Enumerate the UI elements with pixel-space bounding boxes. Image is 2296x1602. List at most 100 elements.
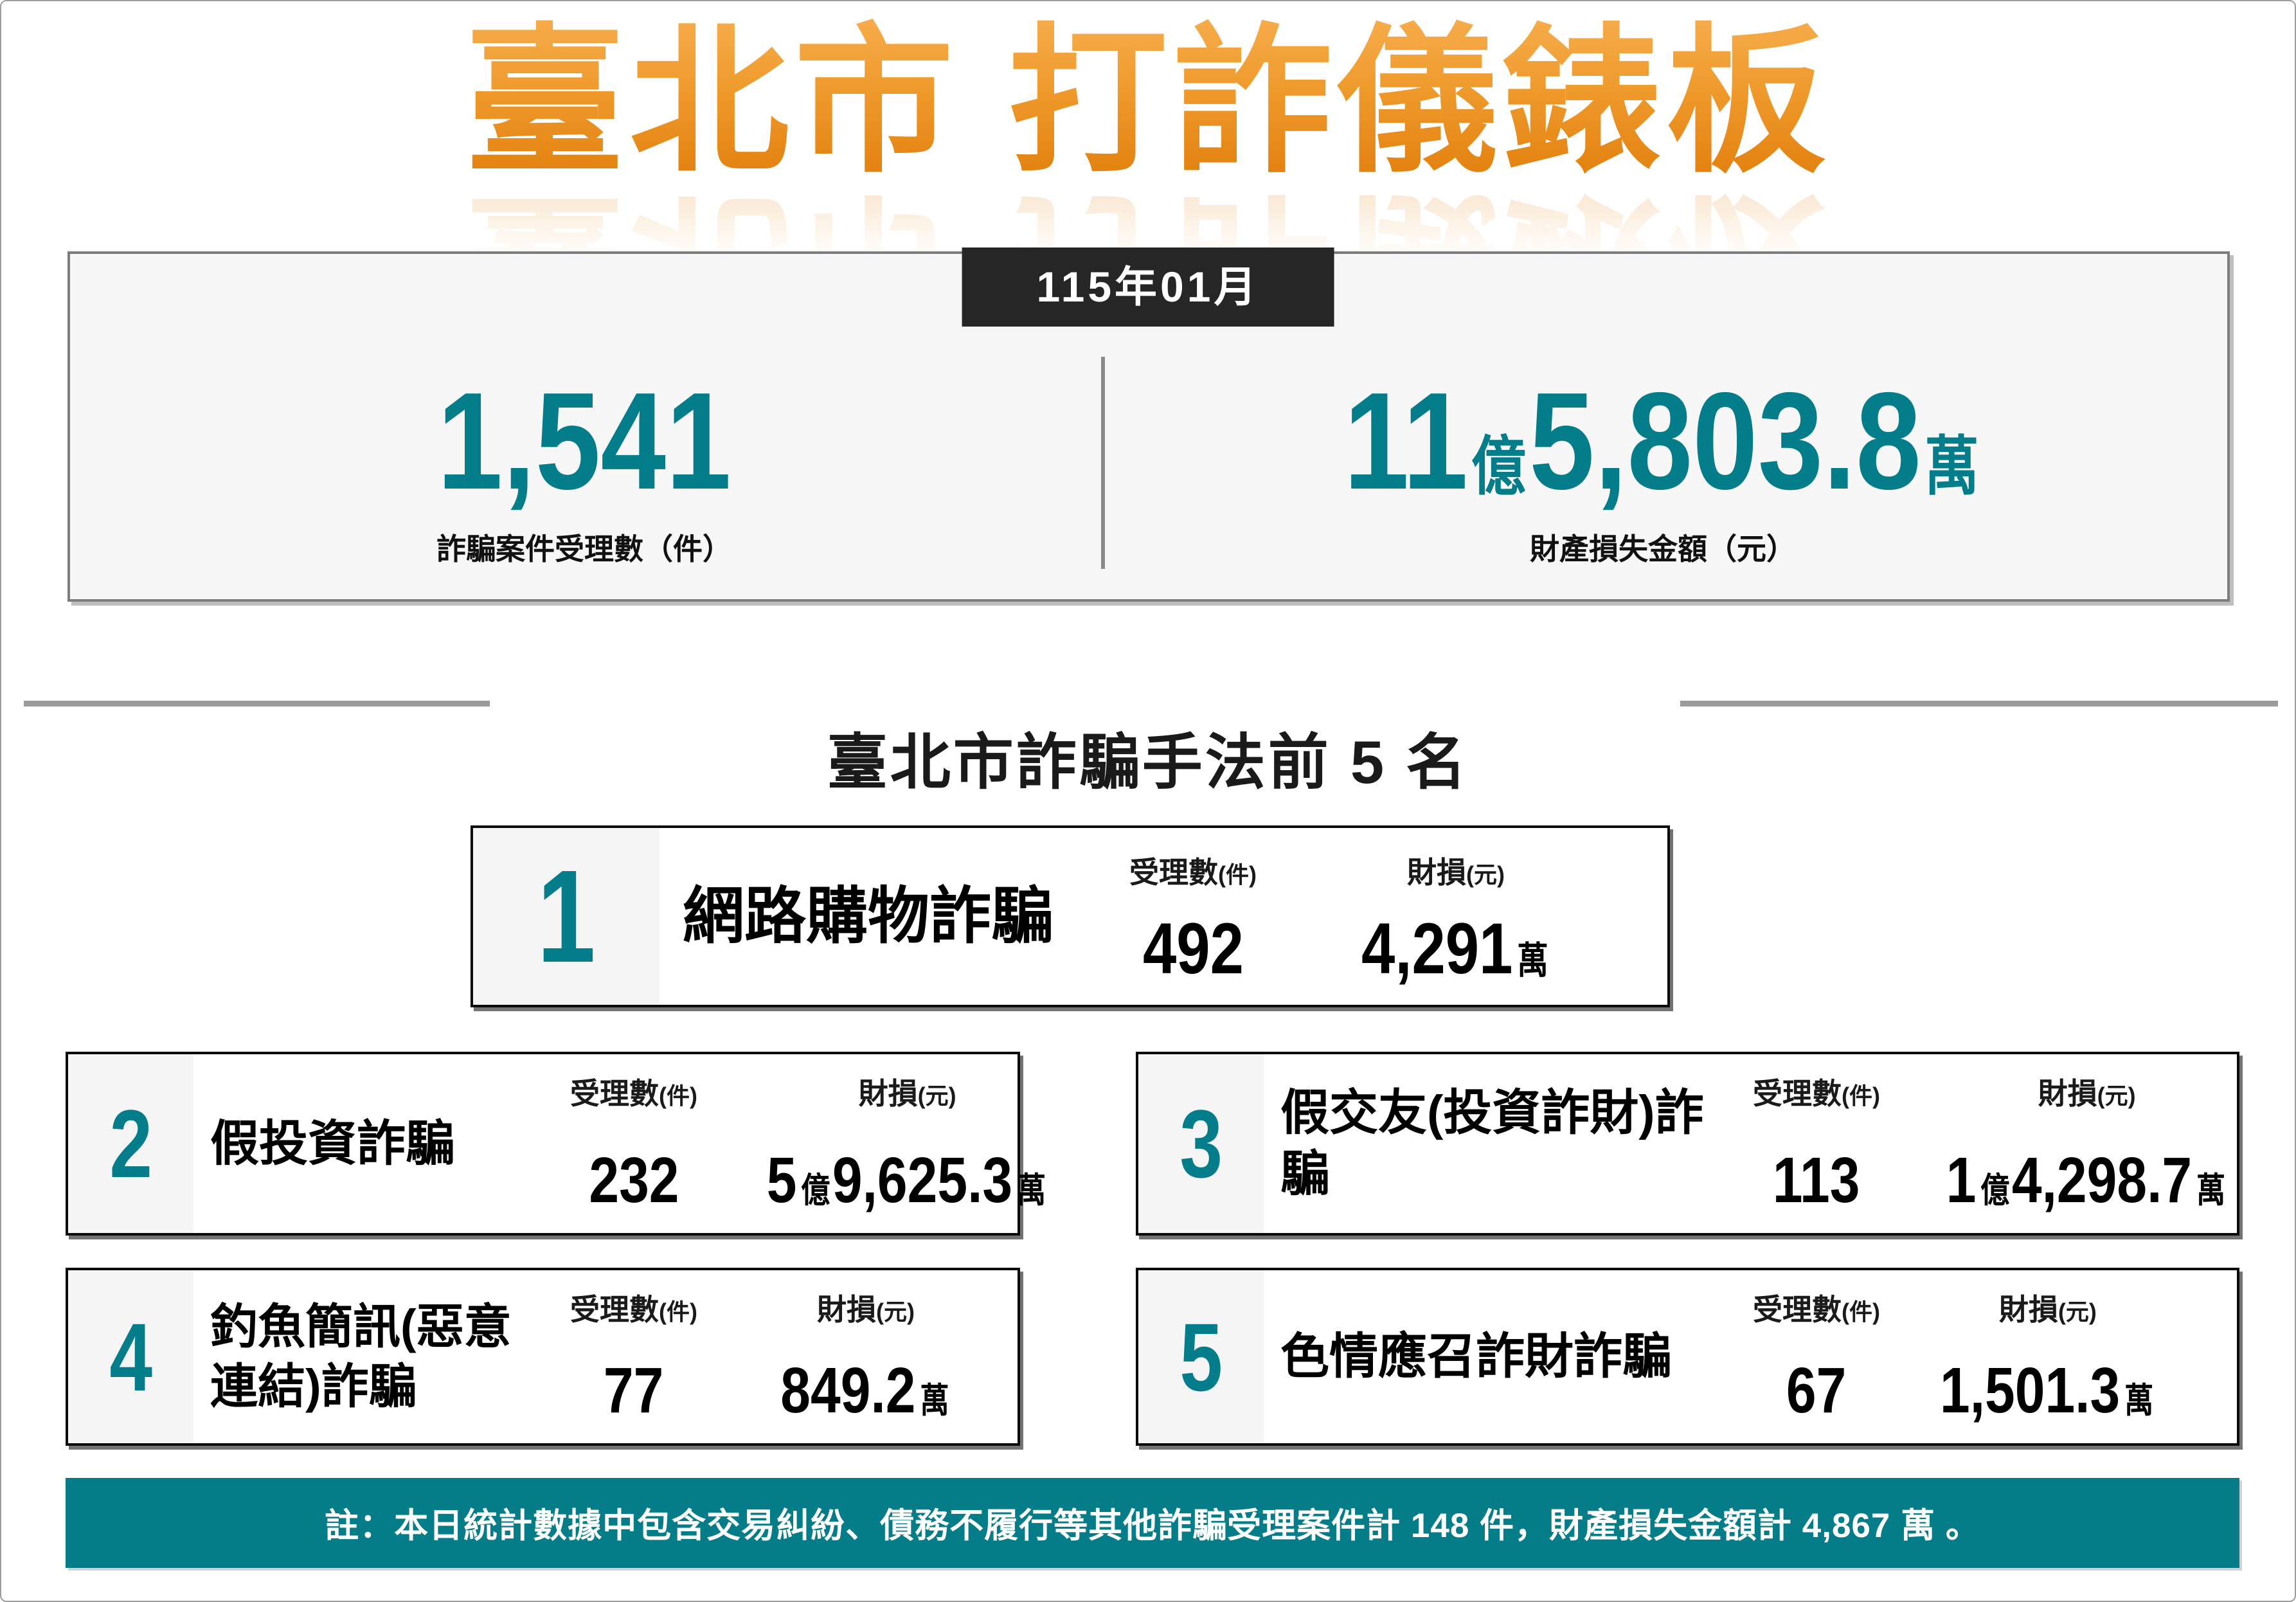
loss-unit-part: 萬	[920, 1382, 949, 1420]
cases-value: 492	[1142, 908, 1244, 989]
cases-header-main: 受理數	[1129, 856, 1218, 889]
loss-header-main: 財損	[1407, 856, 1466, 889]
fraud-rank-card-1: 1 網路購物詐騙 受理數(件) 492 財損(元) 4,291 萬	[471, 825, 1670, 1007]
cases-value: 77	[604, 1358, 663, 1423]
fraud-rank-card-4: 4 釣魚簡訊(惡意連結)詐騙 受理數(件) 77 財損(元) 849.2 萬	[66, 1268, 1020, 1446]
loss-unit-part: 萬	[2196, 1171, 2226, 1210]
loss-header-sub: (元)	[917, 1083, 956, 1109]
loss-unit-part: 億	[1471, 430, 1526, 503]
fraud-rank-card-5: 5 色情應召詐財詐騙 受理數(件) 67 財損(元) 1,501.3 萬	[1136, 1268, 2239, 1446]
loss-value: 1 億 4,298.7 萬	[1946, 1144, 2228, 1216]
loss-unit-part: 億	[801, 1171, 830, 1210]
cases-value: 232	[588, 1144, 679, 1216]
loss-header: 財損(元)	[859, 1077, 956, 1110]
cases-header-main: 受理數	[1753, 1293, 1842, 1326]
cases-stat: 受理數(件) 67	[1714, 1270, 1919, 1443]
loss-unit-part: 萬	[1016, 1171, 1046, 1210]
loss-header: 財損(元)	[1999, 1293, 2097, 1326]
fraud-type-name: 釣魚簡訊(惡意連結)詐騙	[210, 1300, 512, 1413]
page-title: 臺北市 打詐儀錶板	[1, 10, 2295, 194]
cases-header-sub: (件)	[1842, 1299, 1880, 1325]
loss-stat: 財損(元) 5 億 9,625.3 萬	[740, 1054, 1100, 1233]
loss-stat: 財損(元) 1,501.3 萬	[1919, 1270, 2247, 1443]
rank-number: 3	[1179, 1090, 1223, 1198]
loss-header-sub: (元)	[1466, 861, 1505, 888]
loss-value: 5 億 9,625.3 萬	[766, 1144, 1048, 1216]
loss-total-label: 財產損失金額（元）	[1530, 532, 1796, 566]
section-title: 臺北市詐騙手法前 5 名	[827, 728, 1469, 797]
rank-number: 1	[537, 843, 596, 990]
footnote-bar: 註：本日統計數據中包含交易糾紛、債務不履行等其他詐騙受理案件計 148 件，財產…	[66, 1478, 2239, 1568]
loss-header: 財損(元)	[1407, 856, 1505, 889]
loss-header-sub: (元)	[2097, 1083, 2136, 1109]
rank-strip: 4	[68, 1270, 193, 1443]
anti-fraud-dashboard: 臺北市 打詐儀錶板 臺北市 打詐儀錶板 115年01月 1,541 詐騙案件受理…	[0, 0, 2296, 1602]
cases-number: 67	[1786, 1354, 1847, 1426]
loss-header: 財損(元)	[817, 1293, 915, 1326]
loss-header-sub: (元)	[876, 1299, 915, 1325]
period-badge: 115年01月	[962, 248, 1334, 327]
rank-strip: 5	[1138, 1270, 1264, 1443]
loss-number-part: 11	[1343, 363, 1468, 518]
loss-number-part: 5,803.8	[1529, 363, 1921, 518]
loss-number-part: 5	[766, 1144, 797, 1216]
cases-value: 67	[1786, 1354, 1847, 1426]
section-rule-left	[24, 701, 490, 706]
fraud-type-name: 網路購物詐騙	[683, 881, 1053, 951]
cases-header-sub: (件)	[1218, 861, 1257, 888]
fraud-type-name: 色情應召詐財詐騙	[1280, 1329, 1671, 1384]
loss-stat: 財損(元) 4,291 萬	[1315, 828, 1667, 1005]
rank-number: 5	[1179, 1302, 1223, 1411]
cases-total-label: 詐騙案件受理數（件）	[436, 532, 732, 566]
loss-number-part: 9,625.3	[832, 1144, 1013, 1216]
loss-header-main: 財損	[858, 1077, 918, 1110]
cases-header-sub: (件)	[659, 1083, 697, 1109]
cases-header-main: 受理數	[570, 1293, 659, 1326]
loss-stat: 財損(元) 849.2 萬	[740, 1270, 1018, 1443]
loss-number-part: 849.2	[780, 1354, 916, 1426]
rank-number: 2	[109, 1090, 152, 1198]
cases-header-sub: (件)	[659, 1299, 697, 1325]
loss-header-sub: (元)	[2058, 1299, 2097, 1325]
fraud-type-name: 假投資詐騙	[210, 1116, 454, 1171]
cases-number: 492	[1142, 908, 1244, 989]
cases-total-number: 1,541	[437, 363, 731, 518]
loss-header: 財損(元)	[2038, 1077, 2136, 1110]
rank-strip: 2	[68, 1054, 193, 1233]
rank-number: 4	[109, 1302, 152, 1411]
cases-header: 受理數(件)	[1753, 1077, 1880, 1110]
loss-stat: 財損(元) 1 億 4,298.7 萬	[1919, 1054, 2295, 1233]
loss-header-main: 財損	[1998, 1293, 2058, 1326]
loss-unit-part: 萬	[1924, 430, 1979, 503]
fraud-rank-card-2: 2 假投資詐騙 受理數(件) 232 財損(元) 5 億 9,625.3 萬	[66, 1052, 1046, 1236]
cases-header: 受理數(件)	[570, 1293, 697, 1326]
cases-number: 113	[1773, 1144, 1860, 1216]
fraud-type-name: 假交友(投資詐財)詐騙	[1280, 1086, 1704, 1202]
rank-strip: 1	[473, 828, 659, 1005]
loss-header-main: 財損	[817, 1293, 876, 1326]
cases-header-main: 受理數	[1753, 1077, 1842, 1110]
loss-unit-part: 億	[1980, 1171, 2010, 1210]
loss-total-value: 11 億 5,803.8 萬	[1343, 372, 1982, 510]
cases-header-main: 受理數	[570, 1077, 659, 1110]
loss-number-part: 4,291	[1361, 908, 1513, 989]
cases-number: 232	[588, 1144, 679, 1216]
loss-header-main: 財損	[2038, 1077, 2097, 1110]
loss-number-part: 1	[1946, 1144, 1977, 1216]
loss-value: 4,291 萬	[1361, 908, 1550, 989]
summary-divider	[1101, 357, 1105, 569]
cases-stat: 受理數(件) 492	[1071, 828, 1315, 1005]
cases-header-sub: (件)	[1842, 1083, 1880, 1109]
loss-number-part: 4,298.7	[2011, 1144, 2193, 1216]
loss-value: 849.2 萬	[780, 1354, 951, 1426]
loss-value: 1,501.3 萬	[1939, 1354, 2156, 1426]
cases-stat: 受理數(件) 232	[528, 1054, 740, 1233]
cases-header: 受理數(件)	[1753, 1293, 1880, 1326]
fraud-rank-card-3: 3 假交友(投資詐財)詐騙 受理數(件) 113 財損(元) 1 億 4,298.7…	[1136, 1052, 2239, 1236]
rank-strip: 3	[1138, 1054, 1264, 1233]
loss-number-part: 1,501.3	[1939, 1354, 2121, 1426]
loss-unit-part: 萬	[1517, 939, 1548, 982]
cases-header: 受理數(件)	[570, 1077, 697, 1110]
section-rule-right	[1680, 701, 2278, 706]
summary-cases-block: 1,541 詐騙案件受理數（件）	[70, 254, 1099, 599]
